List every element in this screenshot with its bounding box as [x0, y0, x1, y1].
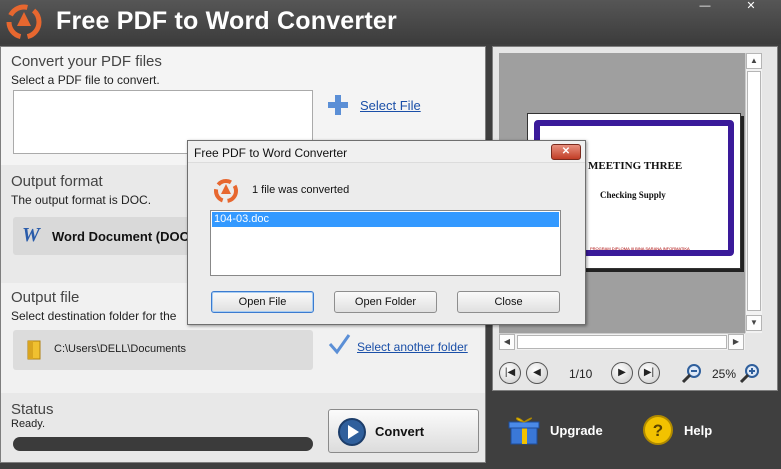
upgrade-button[interactable]: Upgrade: [506, 412, 616, 448]
horizontal-scrollbar[interactable]: ◀ ▶: [499, 333, 745, 350]
format-label: Word Document (DOC: [52, 229, 189, 244]
checkmark-icon[interactable]: [327, 332, 351, 356]
slide-footer: PROGRAM DIPLOMA III BINA SARANA INFORMAT…: [590, 246, 690, 251]
scroll-left-icon[interactable]: ◀: [499, 334, 515, 350]
dialog-close-action-button[interactable]: Close: [457, 291, 560, 313]
convert-button-label: Convert: [375, 424, 425, 439]
select-file-link[interactable]: Select File: [360, 98, 421, 113]
page-indicator: 1/10: [569, 367, 593, 381]
help-icon: ?: [643, 415, 673, 445]
convert-button[interactable]: Convert: [328, 409, 479, 453]
title-bar: Free PDF to Word Converter — ✕: [0, 0, 781, 44]
zoom-level: 25%: [712, 367, 737, 381]
destination-path-box[interactable]: C:\Users\DELL\Documents: [13, 330, 313, 370]
dialog-title-bar: Free PDF to Word Converter ✕: [188, 141, 585, 163]
previous-page-icon[interactable]: ◀: [526, 362, 548, 384]
bottom-actions: Upgrade ? Help: [492, 396, 778, 463]
window-title: Free PDF to Word Converter: [56, 7, 397, 35]
select-another-folder-link[interactable]: Select another folder: [357, 340, 468, 354]
slide-title: MEETING THREE: [588, 160, 683, 172]
destination-path: C:\Users\DELL\Documents: [54, 343, 187, 355]
gift-box-icon: [508, 417, 540, 445]
word-icon: W: [22, 224, 40, 246]
page-navigation: |◀ ◀ 1/10 ▶ ▶| 25%: [493, 353, 777, 389]
zoom-in-icon[interactable]: [739, 362, 761, 384]
conversion-complete-dialog: Free PDF to Word Converter ✕ 1 file was …: [187, 140, 586, 325]
open-file-button[interactable]: Open File: [211, 291, 314, 313]
help-button[interactable]: ? Help: [642, 412, 732, 448]
scroll-down-icon[interactable]: ▼: [746, 315, 762, 331]
minimize-button[interactable]: —: [691, 0, 719, 14]
plus-icon[interactable]: [327, 94, 349, 116]
dialog-close-button[interactable]: ✕: [551, 144, 581, 160]
status-section: Status Ready. Convert: [1, 393, 485, 462]
folder-icon: [27, 340, 41, 360]
output-file-subtitle: Select destination folder for the: [11, 309, 177, 323]
output-format-subtitle: The output format is DOC.: [11, 193, 152, 207]
open-folder-button[interactable]: Open Folder: [334, 291, 437, 313]
upgrade-label: Upgrade: [550, 423, 603, 438]
convert-section-title: Convert your PDF files: [11, 53, 162, 70]
output-format-title: Output format: [11, 173, 103, 190]
vertical-scrollbar[interactable]: ▲ ▼: [745, 53, 762, 333]
slide-subtitle: Checking Supply: [600, 190, 666, 200]
progress-bar: [13, 437, 313, 451]
zoom-out-icon[interactable]: [681, 362, 703, 384]
app-logo-icon: [214, 179, 238, 203]
list-item[interactable]: 104-03.doc: [212, 212, 559, 227]
first-page-icon[interactable]: |◀: [499, 362, 521, 384]
converted-files-list[interactable]: 104-03.doc: [210, 210, 561, 276]
scroll-up-icon[interactable]: ▲: [746, 53, 762, 69]
horizontal-scroll-thumb[interactable]: [517, 335, 727, 349]
help-label: Help: [684, 423, 713, 438]
vertical-scroll-thumb[interactable]: [747, 71, 761, 311]
status-title: Status: [11, 401, 54, 418]
play-icon: [338, 418, 366, 446]
dialog-title: Free PDF to Word Converter: [194, 146, 348, 160]
scroll-right-icon[interactable]: ▶: [728, 334, 744, 350]
close-window-button[interactable]: ✕: [726, 0, 776, 14]
next-page-icon[interactable]: ▶: [611, 362, 633, 384]
last-page-icon[interactable]: ▶|: [638, 362, 660, 384]
status-text: Ready.: [11, 418, 46, 430]
output-file-title: Output file: [11, 289, 80, 306]
convert-section-subtitle: Select a PDF file to convert.: [11, 73, 160, 87]
dialog-message: 1 file was converted: [252, 184, 350, 196]
svg-text:?: ?: [653, 421, 663, 440]
format-selector[interactable]: W Word Document (DOC: [13, 217, 209, 255]
app-logo-icon: [6, 4, 42, 40]
